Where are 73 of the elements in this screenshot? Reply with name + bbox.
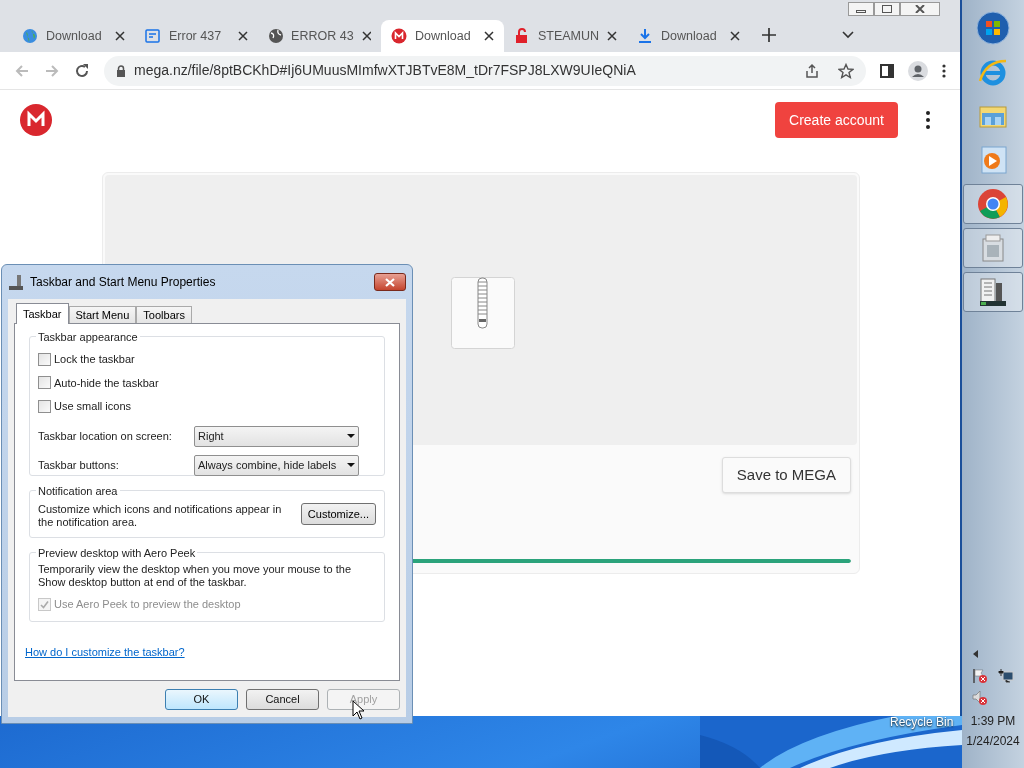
- start-orb-icon: [976, 11, 1010, 45]
- document-icon: [145, 28, 161, 44]
- dialog-tab[interactable]: Toolbars: [136, 306, 192, 324]
- customize-button[interactable]: Customize...: [300, 503, 376, 525]
- download-icon: [637, 28, 653, 44]
- menu-icon[interactable]: [942, 63, 946, 78]
- reload-icon[interactable]: [74, 62, 90, 79]
- close-tab-icon[interactable]: [607, 31, 617, 41]
- taskbar-button[interactable]: [963, 272, 1023, 312]
- close-tab-icon[interactable]: [238, 31, 248, 41]
- close-tab-icon[interactable]: [115, 31, 125, 41]
- browser-tab[interactable]: Download: [381, 20, 504, 52]
- dropdown[interactable]: Always combine, hide labels: [194, 454, 359, 476]
- side-panel-icon[interactable]: [880, 63, 894, 78]
- dialog-tab[interactable]: Start Menu: [68, 306, 137, 324]
- dropdown-arrow-icon: [347, 463, 355, 467]
- dropdown[interactable]: Right: [194, 425, 359, 447]
- close-icon: [385, 277, 395, 287]
- close-tab-icon[interactable]: [484, 31, 494, 41]
- mega-logo[interactable]: [20, 104, 52, 136]
- field-label: Taskbar location on screen:: [38, 428, 173, 444]
- lock-icon: [514, 28, 530, 44]
- dialog-button[interactable]: Cancel: [246, 689, 319, 710]
- save-to-mega-button[interactable]: Save to MEGA: [721, 457, 851, 493]
- notification-description: Customize which icons and notifications appear in the notification area.: [38, 503, 283, 529]
- mega-icon: [391, 28, 407, 44]
- help-link[interactable]: How do I customize the taskbar?: [25, 644, 385, 661]
- close-tab-icon[interactable]: [361, 31, 371, 41]
- new-tab-icon[interactable]: [762, 28, 776, 42]
- profile-icon[interactable]: [908, 60, 928, 81]
- maximize-button[interactable]: [874, 2, 900, 16]
- checkbox[interactable]: [38, 399, 51, 413]
- checkbox-label: Use Aero Peek to preview the desktop: [54, 597, 241, 612]
- browser-tab[interactable]: STEAMUN: [504, 20, 627, 52]
- checkbox-label: Auto-hide the taskbar: [54, 375, 159, 391]
- dropdown-arrow-icon: [347, 434, 355, 438]
- browser-tab[interactable]: Download: [12, 20, 135, 52]
- create-account-button[interactable]: Create account: [775, 102, 898, 138]
- close-button[interactable]: [900, 2, 940, 16]
- clock-date[interactable]: 1/24/2024: [966, 732, 1020, 750]
- checkbox[interactable]: [38, 376, 51, 390]
- browser-tab[interactable]: Error 437: [135, 20, 258, 52]
- tab-search-icon[interactable]: [842, 31, 854, 39]
- more-icon[interactable]: [926, 111, 930, 129]
- dialog-title: Taskbar and Start Menu Properties: [30, 274, 217, 291]
- close-tab-icon[interactable]: [730, 31, 740, 41]
- share-icon[interactable]: [804, 62, 820, 79]
- aero-peek-description: Temporarily view the desktop when you move your mouse to the Show desktop button at end of the taskbar.: [38, 563, 353, 589]
- dialog-tab[interactable]: Taskbar: [16, 303, 69, 324]
- network-icon[interactable]: [998, 668, 1014, 684]
- chrome-icon: [976, 187, 1010, 221]
- speaker-muted-icon[interactable]: [972, 690, 988, 706]
- globe-icon: [22, 28, 38, 44]
- browser-tab[interactable]: ERROR 43: [258, 20, 381, 52]
- checkbox[interactable]: [38, 352, 51, 366]
- minimize-button[interactable]: [848, 2, 874, 16]
- taskbar-properties-icon: [8, 274, 24, 290]
- dialog-button[interactable]: OK: [165, 689, 238, 710]
- browser-tab[interactable]: Download: [627, 20, 750, 52]
- globe-icon: [268, 28, 284, 44]
- close-icon: [915, 5, 925, 13]
- show-hidden-icons-arrow[interactable]: [973, 650, 978, 658]
- zip-file-icon: [451, 277, 515, 349]
- checkbox-label: Use small icons: [54, 399, 132, 414]
- clock-time[interactable]: 1:39 PM: [970, 712, 1016, 730]
- star-icon[interactable]: [838, 62, 854, 79]
- checkbox-label: Lock the taskbar: [54, 352, 135, 367]
- lock-icon: [116, 64, 126, 77]
- field-label: Taskbar buttons:: [38, 457, 120, 473]
- address-bar[interactable]: mega.nz/file/8ptBCKhD#Ij6UMuusMImfwXTJBTvE8M_tDr7FSPJ8LXW9UIeQNiA: [104, 55, 866, 86]
- action-center-error-icon[interactable]: [972, 668, 988, 684]
- url-text: mega.nz/file/8ptBCKhD#Ij6UMuusMImfwXTJBTvE8M_tDr7FSPJ8LXW9UIeQNiA: [134, 61, 637, 80]
- close-button[interactable]: [374, 273, 406, 291]
